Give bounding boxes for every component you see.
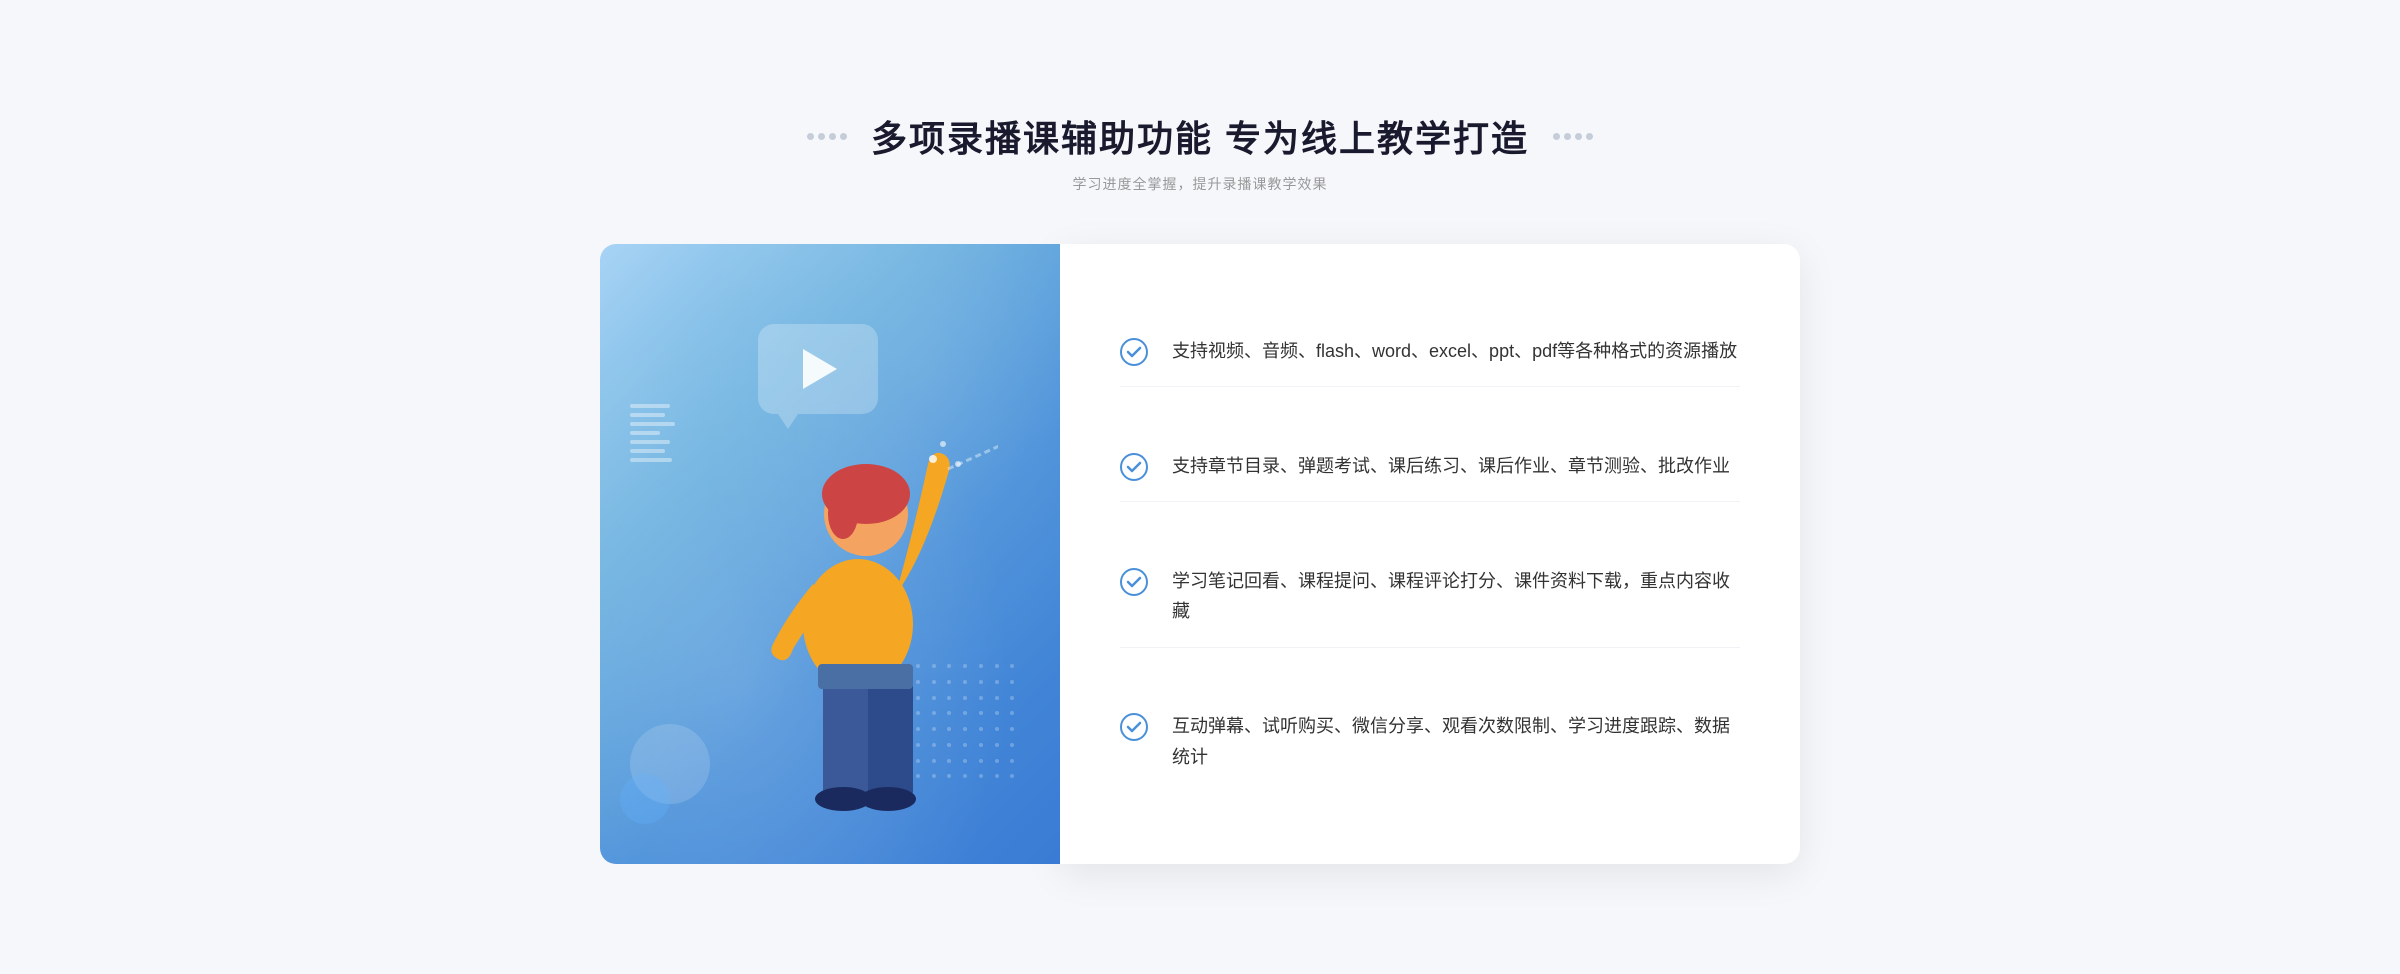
features-panel: 支持视频、音频、flash、word、excel、ppt、pdf等各种格式的资源…	[1060, 244, 1800, 864]
page-subtitle: 学习进度全掌握，提升录播课教学效果	[600, 174, 1800, 194]
feature-text-3: 学习笔记回看、课程提问、课程评论打分、课件资料下载，重点内容收藏	[1172, 566, 1740, 627]
feature-text-2: 支持章节目录、弹题考试、课后练习、课后作业、章节测验、批改作业	[1172, 451, 1730, 482]
check-icon-1	[1120, 338, 1148, 366]
feature-item-3: 学习笔记回看、课程提问、课程评论打分、课件资料下载，重点内容收藏	[1120, 546, 1740, 648]
header-title-row: 多项录播课辅助功能 专为线上教学打造	[600, 110, 1800, 162]
main-content: 支持视频、音频、flash、word、excel、ppt、pdf等各种格式的资源…	[600, 244, 1800, 864]
check-icon-3	[1120, 568, 1148, 596]
page-wrapper: 多项录播课辅助功能 专为线上教学打造 学习进度全掌握，提升录播课教学效果	[600, 110, 1800, 864]
feature-text-4: 互动弹幕、试听购买、微信分享、观看次数限制、学习进度跟踪、数据统计	[1172, 711, 1740, 772]
human-figure	[718, 384, 998, 864]
check-icon-2	[1120, 453, 1148, 481]
right-dots-decoration	[1553, 133, 1593, 140]
stripes-decoration	[630, 404, 680, 484]
feature-item-4: 互动弹幕、试听购买、微信分享、观看次数限制、学习进度跟踪、数据统计	[1120, 691, 1740, 792]
left-dots-decoration	[807, 133, 847, 140]
feature-item-2: 支持章节目录、弹题考试、课后练习、课后作业、章节测验、批改作业	[1120, 431, 1740, 503]
play-icon	[803, 349, 837, 389]
page-title: 多项录播课辅助功能 专为线上教学打造	[871, 110, 1529, 162]
circle-decoration-2	[620, 774, 670, 824]
check-icon-4	[1120, 713, 1148, 741]
feature-item-1: 支持视频、音频、flash、word、excel、ppt、pdf等各种格式的资源…	[1120, 316, 1740, 388]
illustration-panel	[600, 244, 1060, 864]
header-section: 多项录播课辅助功能 专为线上教学打造 学习进度全掌握，提升录播课教学效果	[600, 110, 1800, 194]
feature-text-1: 支持视频、音频、flash、word、excel、ppt、pdf等各种格式的资源…	[1172, 336, 1737, 367]
